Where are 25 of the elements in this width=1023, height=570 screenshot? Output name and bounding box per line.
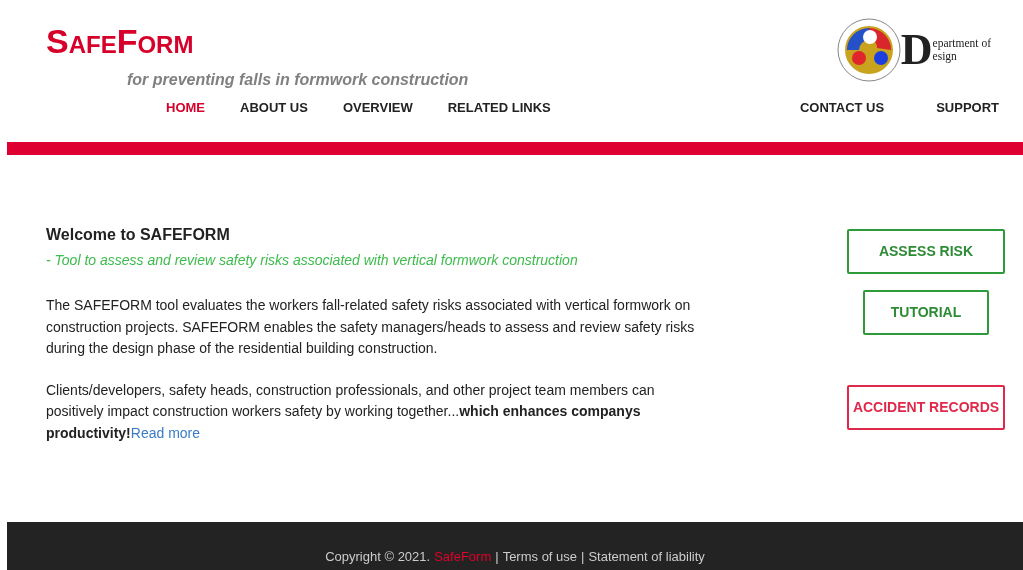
read-more-link[interactable]: Read more [130,424,201,441]
department-text: epartment of [932,37,991,50]
department-initial: D [900,28,933,72]
separator: | [495,547,499,566]
welcome-subheading: - Tool to assess and review safety risks associated with vertical formwork construction [46,251,579,271]
emblem-icon [836,18,901,82]
nav-link[interactable]: HOME [166,98,205,118]
liability-link[interactable]: Statement of liability [588,546,705,566]
nav-link[interactable]: ABOUT US [240,98,308,118]
terms-link[interactable]: Terms of use [502,546,578,566]
separator: | [581,547,585,566]
department-text: esign [932,50,958,63]
action-button[interactable]: ASSESS RISK [847,229,1005,274]
nav-link[interactable]: RELATED LINKS [447,98,551,118]
welcome-heading: Welcome to SAFEFORM [46,225,231,245]
accident-records-button[interactable]: ACCIDENT RECORDS [847,385,1005,430]
tagline: for preventing falls in formwork construction [127,70,469,90]
copyright-text: Copyright © 2021. [325,547,431,566]
nav-link[interactable]: OVERVIEW [342,98,413,118]
nav-link[interactable]: CONTACT US [799,98,885,118]
intro-paragraph: The SAFEFORM tool evaluates the workers fall-related safety risks associated with vertical formwork on construction projects. SAFEFORM enables the safety managers/heads to assess and review safety risks during the design phase of the residential building construction. [46,296,696,359]
site-logo[interactable]: SafeForm [46,24,469,58]
intro-paragraph: Clients/developers, safety heads, construction professionals, and other project team members can positively impact construction workers safety by working together...which enhances companys productivity!Read more [46,380,656,443]
nav-link[interactable]: SUPPORT [936,98,999,118]
action-button[interactable]: TUTORIAL [863,290,989,335]
